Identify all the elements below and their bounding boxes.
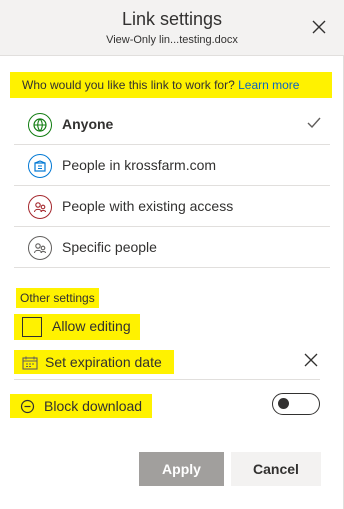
set-expiration-row[interactable]: Set expiration date (14, 350, 174, 374)
allow-editing-checkbox[interactable] (22, 317, 42, 337)
link-settings-panel: Link settings View-Only lin...testing.do… (0, 0, 344, 509)
option-label: Anyone (62, 116, 114, 132)
cancel-button[interactable]: Cancel (231, 452, 321, 486)
option-label: People in krossfarm.com (62, 157, 217, 173)
learn-more-link[interactable]: Learn more (238, 78, 299, 92)
option-label: Specific people (62, 239, 157, 255)
person-icon (28, 236, 52, 260)
audience-question: Who would you like this link to work for… (10, 72, 332, 98)
calendar-icon (22, 356, 38, 375)
clear-date-icon[interactable] (303, 352, 319, 368)
block-download-row: Block download (10, 394, 152, 418)
allow-editing-row[interactable]: Allow editing (14, 314, 140, 340)
toggle-knob (278, 398, 289, 409)
set-expiration-label: Set expiration date (45, 354, 162, 370)
block-download-toggle[interactable] (272, 393, 320, 415)
option-anyone[interactable]: Anyone (14, 104, 330, 145)
close-icon[interactable] (310, 18, 328, 36)
globe-icon (28, 113, 52, 137)
apply-button[interactable]: Apply (139, 452, 224, 486)
block-icon (20, 399, 35, 419)
option-existing-access[interactable]: People with existing access (14, 186, 330, 227)
people-icon (28, 195, 52, 219)
allow-editing-label: Allow editing (52, 318, 131, 334)
audience-question-text: Who would you like this link to work for… (22, 78, 235, 92)
option-people-in-org[interactable]: People in krossfarm.com (14, 145, 330, 186)
divider (14, 379, 320, 380)
building-icon (28, 154, 52, 178)
option-label: People with existing access (62, 198, 234, 214)
other-settings-heading: Other settings (16, 288, 99, 308)
checkmark-icon (306, 116, 322, 135)
panel-title: Link settings (121, 9, 223, 29)
option-specific-people[interactable]: Specific people (14, 227, 330, 268)
panel-header: Link settings View-Only lin...testing.do… (0, 0, 344, 56)
block-download-label: Block download (44, 398, 143, 414)
file-name: View-Only lin...testing.docx (106, 34, 238, 46)
